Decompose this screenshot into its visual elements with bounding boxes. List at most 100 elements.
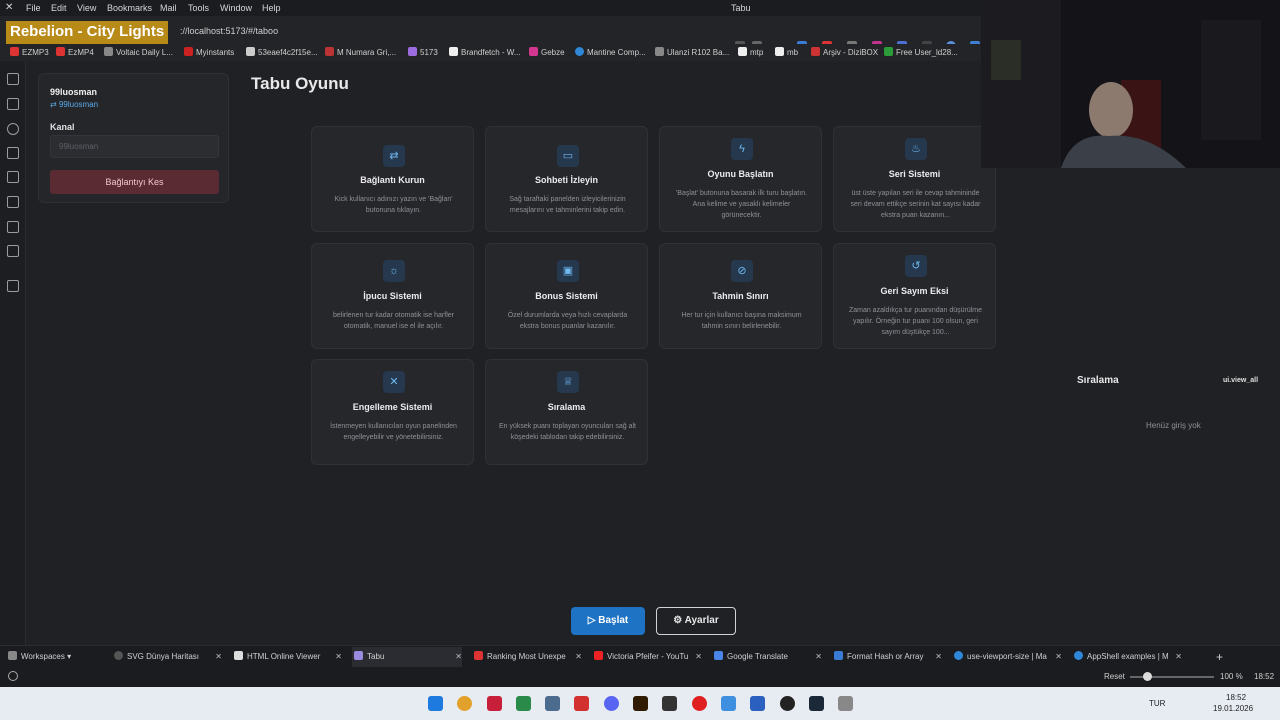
bookmark-item[interactable]: EzMP4 [56,47,94,57]
menu-mail[interactable]: Mail [160,3,177,13]
new-tab-icon[interactable]: + [1216,647,1228,667]
ranking-title: Sıralama [1077,375,1119,386]
windows-start-icon[interactable] [428,696,443,711]
card-description: belirlenen tur kadar otomatik ise harfle… [332,312,454,330]
bookmark-item[interactable]: Mantine Comp... [575,47,646,57]
start-button[interactable]: ▷ Başlat [571,607,645,635]
notes-icon[interactable] [7,147,19,159]
card-title: Tahmin Sınırı [712,291,769,301]
window-panel-icon[interactable] [7,196,19,208]
app-icon[interactable] [750,696,765,711]
feature-card: ☼ İpucu Sistemi belirlenen tur kadar oto… [311,243,474,349]
url-text[interactable]: ://localhost:5173/#/taboo [180,26,278,36]
close-icon[interactable]: ✕ [575,647,582,667]
bookmark-item[interactable]: Free User_ld28... [884,47,958,57]
vivaldi-icon[interactable] [487,696,502,711]
card-title: Engelleme Sistemi [352,402,433,412]
card-title: Oyunu Başlatın [707,169,774,179]
close-icon[interactable]: ✕ [935,647,942,667]
feature-card: ⊘ Tahmin Sınırı Her tur için kullanıcı b… [659,243,822,349]
card-title: Bağlantı Kurun [360,175,425,185]
tab-item[interactable]: Victoria Pfeifer - YouTu ✕ [594,647,702,667]
taskbar-date: 19.01.2026 [1213,704,1254,713]
app-logo-icon[interactable]: ✕ [5,2,13,13]
link-icon: ⇄ [50,100,59,109]
obs-icon[interactable] [780,696,795,711]
bookmark-item[interactable]: M Numara Gri,... [325,47,396,57]
menu-file[interactable]: File [26,3,41,13]
illustrator-icon[interactable] [633,696,648,711]
chat-icon: ▭ [557,145,579,167]
tab-item-active[interactable]: Tabu ✕ [352,647,462,667]
menu-bookmarks[interactable]: Bookmarks [107,3,152,13]
view-all-link[interactable]: ui.view_all [1223,377,1258,384]
bookmark-item[interactable]: mtp [738,47,763,57]
app-icon[interactable] [662,696,677,711]
menu-window[interactable]: Window [220,3,252,13]
tab-item[interactable]: SVG Dünya Haritası ✕ [114,647,222,667]
language-indicator[interactable]: TUR [1149,699,1165,708]
tab-item[interactable]: Format Hash or Array ✕ [834,647,942,667]
chrome-icon[interactable] [457,696,472,711]
ranking-empty-state: Henüz giriş yok [1146,421,1201,430]
tab-item[interactable]: use-viewport-size | Ma ✕ [954,647,1062,667]
app-icon[interactable] [545,696,560,711]
disconnect-button[interactable]: Bağlantıyı Kes [50,170,219,194]
bookmark-item[interactable]: Gebze [529,47,565,57]
terminal-icon[interactable] [516,696,531,711]
translate-panel-icon[interactable] [7,171,19,183]
close-icon[interactable]: ✕ [815,647,822,667]
bookmark-item[interactable]: 5173 [408,47,438,57]
tab-item[interactable]: AppShell examples | M ✕ [1074,647,1182,667]
explorer-icon[interactable] [721,696,736,711]
channel-input[interactable]: 99luosman [50,135,219,158]
bookmark-item[interactable]: Ulanzi R102 Ba... [655,47,729,57]
bookmark-item[interactable]: EZMP3 [10,47,49,57]
tab-item[interactable]: HTML Online Viewer ✕ [234,647,342,667]
workspaces-button[interactable]: Workspaces ▾ [8,647,88,667]
settings-button[interactable]: ⚙ Ayarlar [656,607,736,635]
close-icon[interactable]: ✕ [335,647,342,667]
record-icon[interactable] [692,696,707,711]
settings-icon[interactable] [8,671,18,681]
bookmark-item[interactable]: Voltaic Daily L... [104,47,173,57]
webcam-image [981,0,1280,168]
page-title: Tabu Oyunu [251,74,349,93]
filezilla-icon[interactable] [574,696,589,711]
bookmark-item[interactable]: Arşiv - DiziBOX [811,47,878,57]
card-description: üst üste yapılan seri ile cevap tahminin… [850,190,981,219]
discord-icon[interactable] [604,696,619,711]
tab-item[interactable]: Ranking Most Unexpe ✕ [474,647,582,667]
card-title: Geri Sayım Eksi [880,286,949,296]
zoom-reset[interactable]: Reset [1104,672,1125,681]
bookmark-item[interactable]: Myinstants [184,47,234,57]
close-icon[interactable]: ✕ [215,647,222,667]
close-icon[interactable]: ✕ [455,647,462,667]
bookmark-item[interactable]: mb [775,47,798,57]
status-clock: 18:52 [1254,672,1275,681]
menu-tools[interactable]: Tools [188,3,209,13]
steam-icon[interactable] [809,696,824,711]
app-icon[interactable] [838,696,853,711]
downloads-icon[interactable] [7,98,19,110]
close-icon[interactable]: ✕ [695,647,702,667]
channel-label: Kanal [50,122,75,132]
user-x-icon: ✕ [383,371,405,393]
bookmark-item[interactable]: 53eaef4c2f15e... [246,47,318,57]
tab-item[interactable]: Google Translate ✕ [714,647,822,667]
bookmark-item[interactable]: Brandfetch - W... [449,47,521,57]
bookmarks-panel-icon[interactable] [7,73,19,85]
close-icon[interactable]: ✕ [1055,647,1062,667]
menu-help[interactable]: Help [262,3,281,13]
menu-view[interactable]: View [77,3,96,13]
history-icon[interactable] [7,123,19,135]
close-icon[interactable]: ✕ [1175,647,1182,667]
add-panel-icon[interactable] [7,280,19,292]
mail-icon[interactable] [7,245,19,257]
reading-list-icon[interactable] [7,221,19,233]
menu-edit[interactable]: Edit [51,3,67,13]
channel-link[interactable]: ⇄ 99luosman [50,100,98,109]
zoom-slider-thumb[interactable] [1143,672,1152,681]
feature-card: ϟ Oyunu Başlatın 'Başlat' butonuna basar… [659,126,822,232]
card-description: Zaman azaldıkça tur puanından düşürülme … [848,307,983,336]
